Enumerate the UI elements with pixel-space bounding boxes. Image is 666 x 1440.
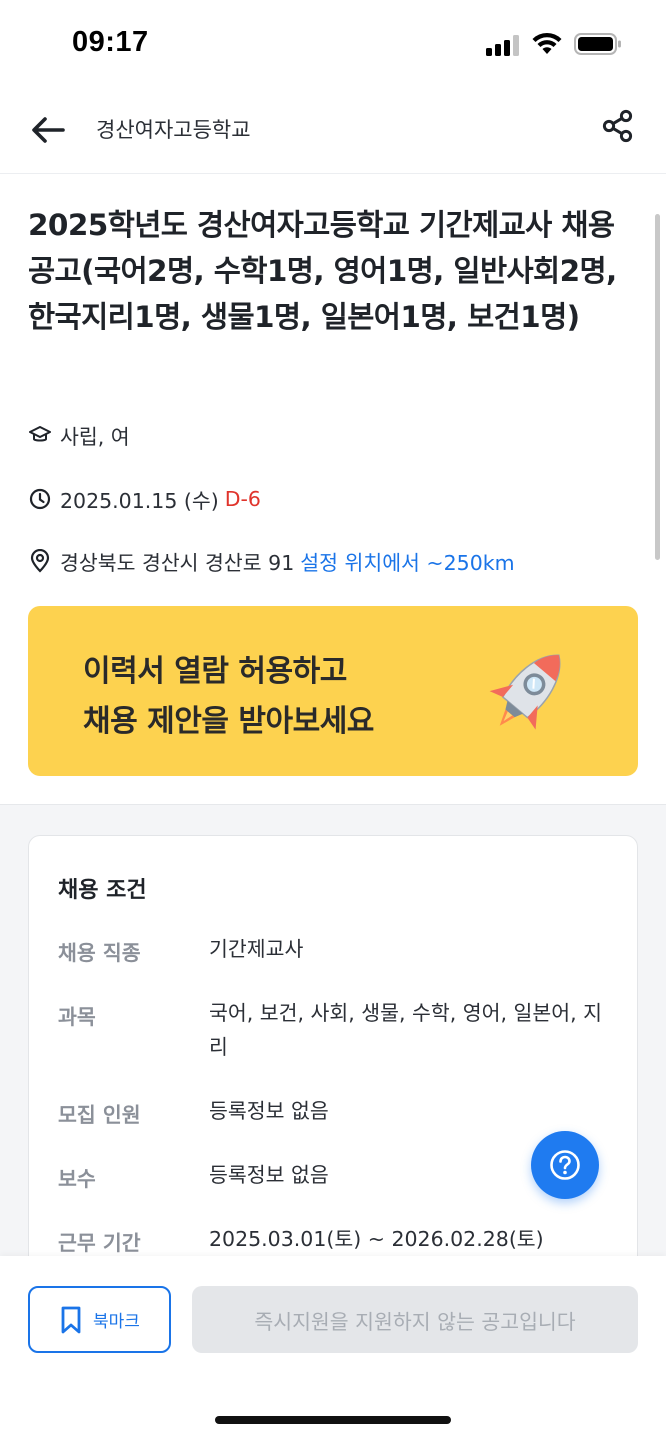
conditions-title: 채용 조건 [58, 878, 147, 903]
condition-label-job-type: 채용 직종 [58, 941, 141, 965]
status-bar: 09:17 [0, 0, 666, 90]
condition-value-period: 2025.03.01(토) ~ 2026.02.28(토) [209, 1227, 544, 1251]
share-button[interactable] [598, 106, 638, 146]
bookmark-icon [61, 1306, 81, 1333]
distance-link[interactable]: 설정 위치에서 ~250km [300, 546, 514, 576]
condition-value-headcount: 등록정보 없음 [209, 1099, 329, 1123]
bookmark-button[interactable]: 북마크 [28, 1286, 171, 1353]
address-text: 경상북도 경산시 경산로 91 [60, 551, 295, 575]
back-button[interactable] [28, 110, 68, 150]
cellular-signal-icon [486, 35, 519, 56]
condition-value-subject: 국어, 보건, 사회, 생물, 수학, 영어, 일본어, 지리 [209, 1001, 602, 1059]
banner-line-2: 채용 제안을 받아보세요 [83, 704, 374, 739]
battery-icon [574, 33, 621, 55]
school-type-row: 사립, 여 [28, 420, 130, 450]
deadline-date: 2025.01.15 (수) [60, 489, 219, 513]
location-row: 경상북도 경산시 경산로 91 설정 위치에서 ~250km [28, 546, 515, 576]
arrow-left-icon [32, 117, 65, 143]
condition-label-salary: 보수 [58, 1167, 96, 1191]
app-header: 경산여자고등학교 [0, 90, 666, 174]
bottom-action-bar: 북마크 즉시지원을 지원하지 않는 공고입니다 [0, 1256, 666, 1440]
condition-label-period: 근무 기간 [58, 1231, 141, 1255]
school-type-text: 사립, 여 [60, 425, 130, 449]
resume-promo-banner[interactable]: 이력서 열람 허용하고 채용 제안을 받아보세요 [28, 606, 638, 776]
location-pin-icon [28, 549, 52, 573]
help-button[interactable] [531, 1131, 599, 1199]
status-time: 09:17 [72, 26, 149, 58]
apply-button-disabled[interactable]: 즉시지원을 지원하지 않는 공고입니다 [192, 1286, 638, 1353]
dday-badge: D-6 [224, 487, 261, 511]
bookmark-label: 북마크 [93, 1312, 140, 1332]
graduation-cap-icon [28, 423, 52, 447]
job-title: 2025학년도 경산여자고등학교 기간제교사 채용 공고(국어2명, 수학1명,… [28, 208, 617, 334]
conditions-card: 채용 조건 채용 직종 기간제교사 과목 국어, 보건, 사회, 생물, 수학,… [28, 835, 638, 1275]
question-mark-icon [550, 1150, 580, 1180]
condition-label-headcount: 모집 인원 [58, 1103, 141, 1127]
condition-label-subject: 과목 [58, 1005, 96, 1029]
deadline-row: 2025.01.15 (수) D-6 [28, 484, 261, 514]
condition-value-job-type: 기간제교사 [209, 937, 304, 961]
share-icon [602, 109, 633, 143]
home-indicator [215, 1416, 451, 1424]
wifi-icon [532, 32, 562, 54]
header-title: 경산여자고등학교 [96, 118, 251, 142]
clock-icon [28, 487, 52, 511]
banner-line-1: 이력서 열람 허용하고 [83, 654, 347, 689]
rocket-icon [489, 654, 561, 730]
scroll-indicator[interactable] [655, 214, 660, 560]
